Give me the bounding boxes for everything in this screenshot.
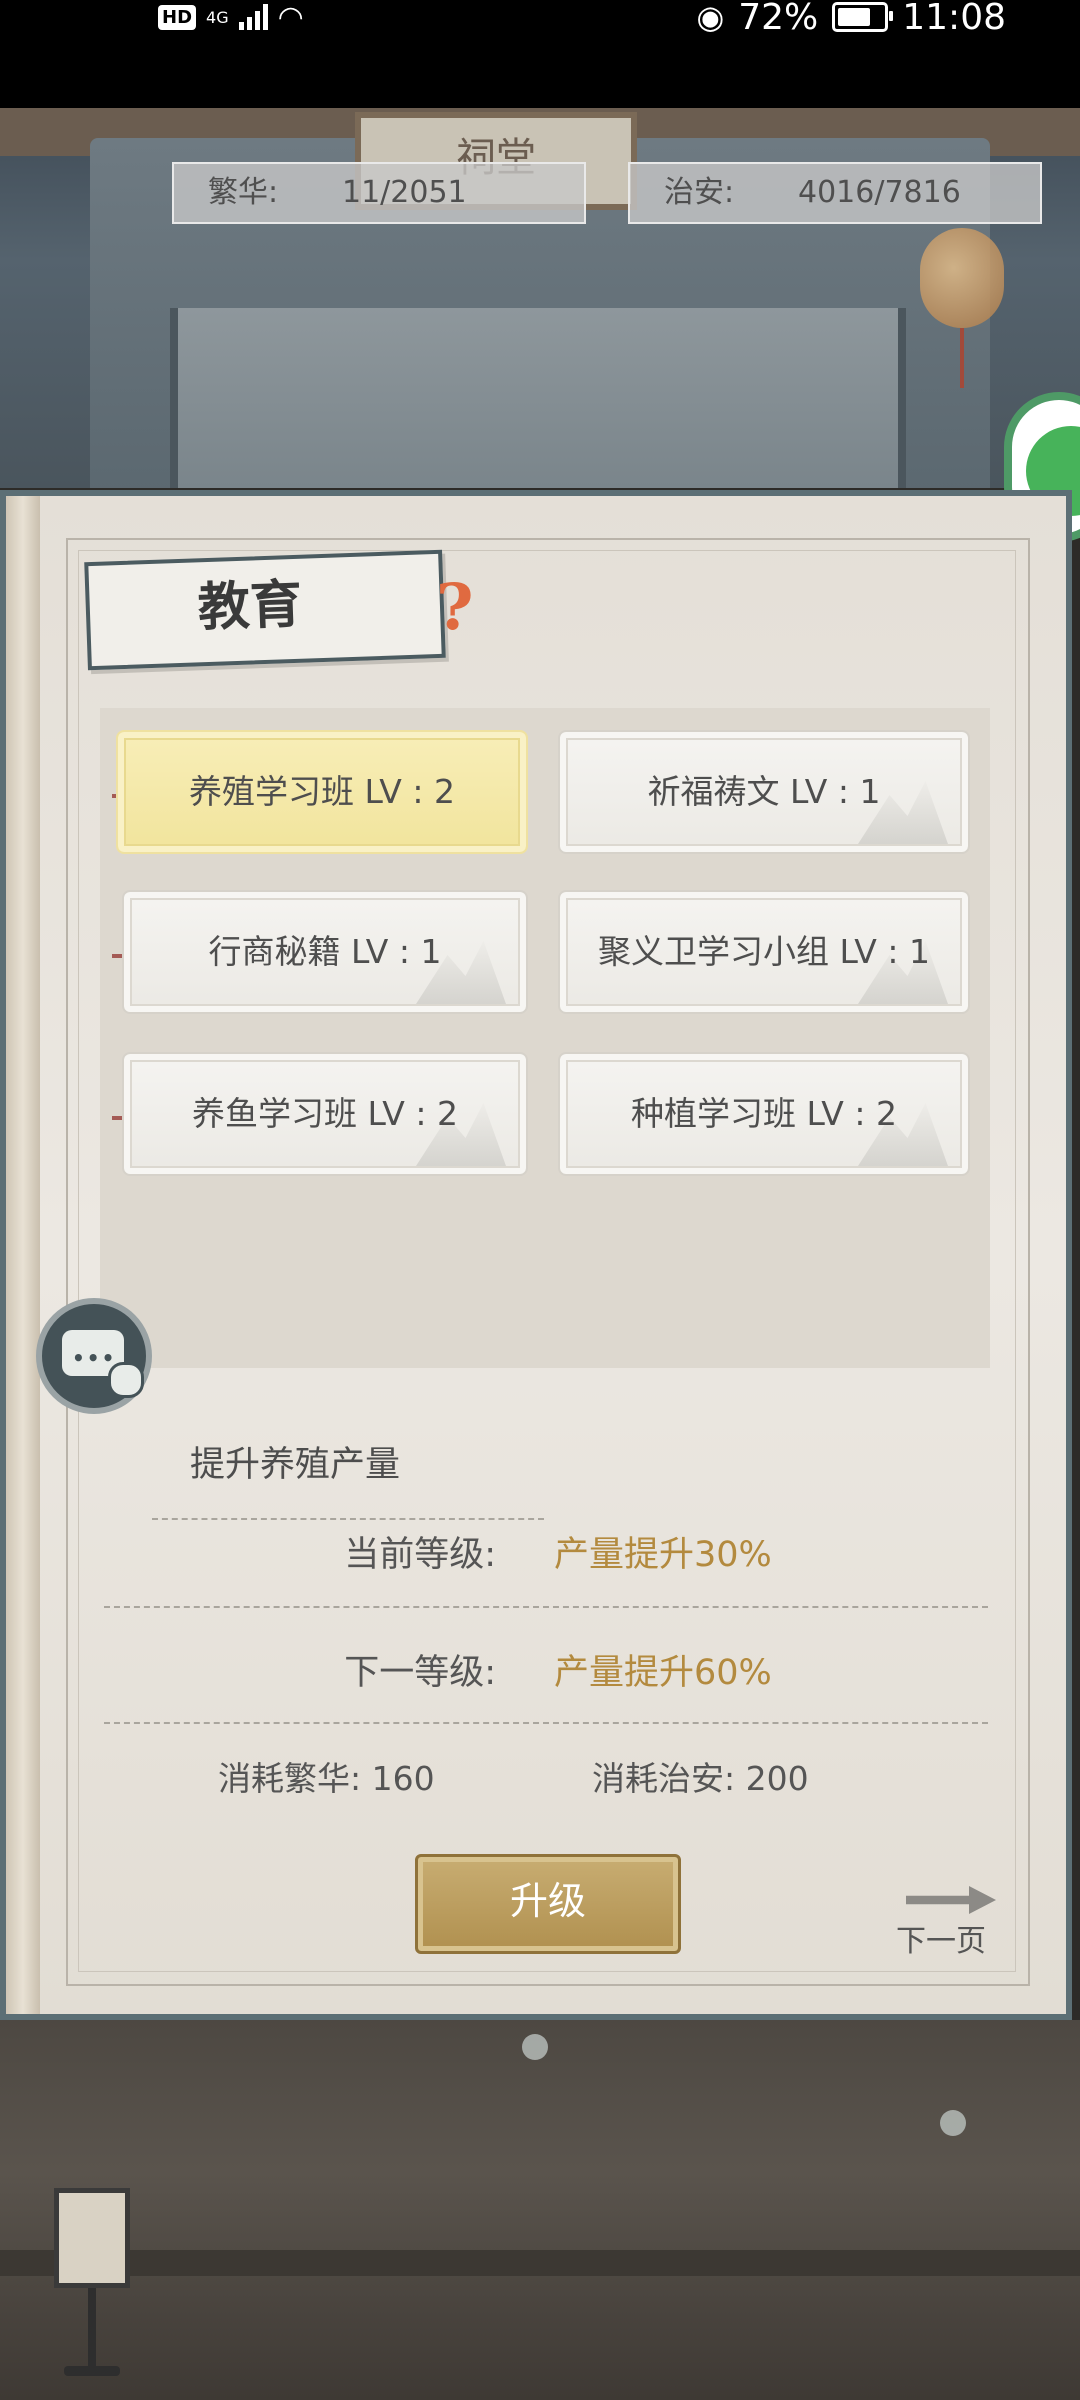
network-type: 4G <box>206 7 229 27</box>
status-right: ◉ 72% 11:08 <box>696 0 1006 38</box>
prosperity-label: 繁华: <box>208 175 279 210</box>
skill-label: 种植学习班 LV : 2 <box>631 1094 897 1133</box>
status-left: HD 4G ◠ <box>158 0 304 35</box>
lamp-icon[interactable] <box>54 2188 130 2288</box>
signal-icon <box>238 4 268 30</box>
cost-prosperity-label: 消耗繁华: <box>218 1759 362 1798</box>
title-plaque: 教育 <box>84 549 446 671</box>
skill-card-prayer[interactable]: 祈福祷文 LV : 1 <box>558 730 970 854</box>
cost-security-value: 200 <box>745 1759 809 1798</box>
skill-card-trade[interactable]: 行商秘籍 LV : 1 <box>122 890 528 1014</box>
status-bar: HD 4G ◠ ◉ 72% 11:08 <box>0 0 1080 108</box>
lantern-icon <box>920 228 1004 328</box>
divider <box>104 1722 988 1724</box>
hanging-scroll <box>170 308 906 488</box>
lamp-base <box>64 2366 120 2376</box>
arrow-right-icon <box>906 1886 996 1914</box>
cost-security-label: 消耗治安: <box>592 1759 736 1798</box>
battery-icon <box>832 2 894 32</box>
upgrade-button[interactable]: 升级 <box>415 1854 681 1954</box>
hd-badge: HD <box>158 4 197 30</box>
clock: 11:08 <box>902 0 1006 38</box>
panel-title: 教育 <box>196 573 303 639</box>
book-spine <box>6 496 40 2014</box>
cost-prosperity: 消耗繁华: 160 <box>218 1752 435 1800</box>
skill-label: 行商秘籍 LV : 1 <box>208 932 442 971</box>
wifi-icon: ◠ <box>277 0 304 35</box>
next-level-value: 产量提升60% <box>554 1653 772 1693</box>
chat-dots-icon: ••• <box>72 1346 117 1370</box>
security-stat: 治安: 4016/7816 <box>628 162 1042 224</box>
current-level-label: 当前等级: <box>344 1535 496 1575</box>
scene-bottom <box>0 2020 1080 2400</box>
education-panel: 教育 ? 养殖学习班 LV : 2 祈福祷文 LV : 1 行商秘籍 LV : … <box>0 490 1072 2020</box>
skill-label: 聚义卫学习小组 LV : 1 <box>598 932 930 971</box>
skill-description: 提升养殖产量 <box>190 1445 401 1485</box>
skill-label: 养鱼学习班 LV : 2 <box>192 1094 458 1133</box>
battery-fill <box>838 8 871 26</box>
floor-strip <box>0 2250 1080 2276</box>
flower-icon <box>522 2034 548 2060</box>
skill-card-breeding[interactable]: 养殖学习班 LV : 2 <box>116 730 528 854</box>
current-level-value: 产量提升30% <box>554 1535 772 1575</box>
cost-security: 消耗治安: 200 <box>592 1752 809 1800</box>
chat-float-button[interactable]: ••• <box>36 1298 152 1414</box>
prosperity-stat: 繁华: 11/2051 <box>172 162 586 224</box>
battery-percent: 72% <box>738 0 819 38</box>
chat-badge-icon <box>108 1362 144 1398</box>
lamp-post <box>88 2288 96 2368</box>
cost-prosperity-value: 160 <box>371 1759 435 1798</box>
help-icon[interactable]: ? <box>436 570 474 645</box>
security-label: 治安: <box>664 175 735 210</box>
divider <box>152 1518 544 1520</box>
flower-icon <box>940 2110 966 2136</box>
prosperity-value: 11/2051 <box>342 175 467 210</box>
next-page-button[interactable]: 下一页 <box>892 1886 1002 1959</box>
eye-icon: ◉ <box>696 0 725 36</box>
skill-card-fishing[interactable]: 养鱼学习班 LV : 2 <box>122 1052 528 1176</box>
divider <box>104 1606 988 1608</box>
skill-grid: 养殖学习班 LV : 2 祈福祷文 LV : 1 行商秘籍 LV : 1 聚义卫… <box>100 708 990 1368</box>
skill-label: 祈福祷文 LV : 1 <box>647 772 881 811</box>
security-value: 4016/7816 <box>798 175 961 210</box>
skill-label: 养殖学习班 LV : 2 <box>189 772 455 811</box>
next-page-label: 下一页 <box>896 1924 986 1959</box>
skill-card-planting[interactable]: 种植学习班 LV : 2 <box>558 1052 970 1176</box>
lantern-tassel <box>960 328 964 388</box>
next-level-label: 下一等级: <box>344 1653 496 1693</box>
skill-card-guard[interactable]: 聚义卫学习小组 LV : 1 <box>558 890 970 1014</box>
